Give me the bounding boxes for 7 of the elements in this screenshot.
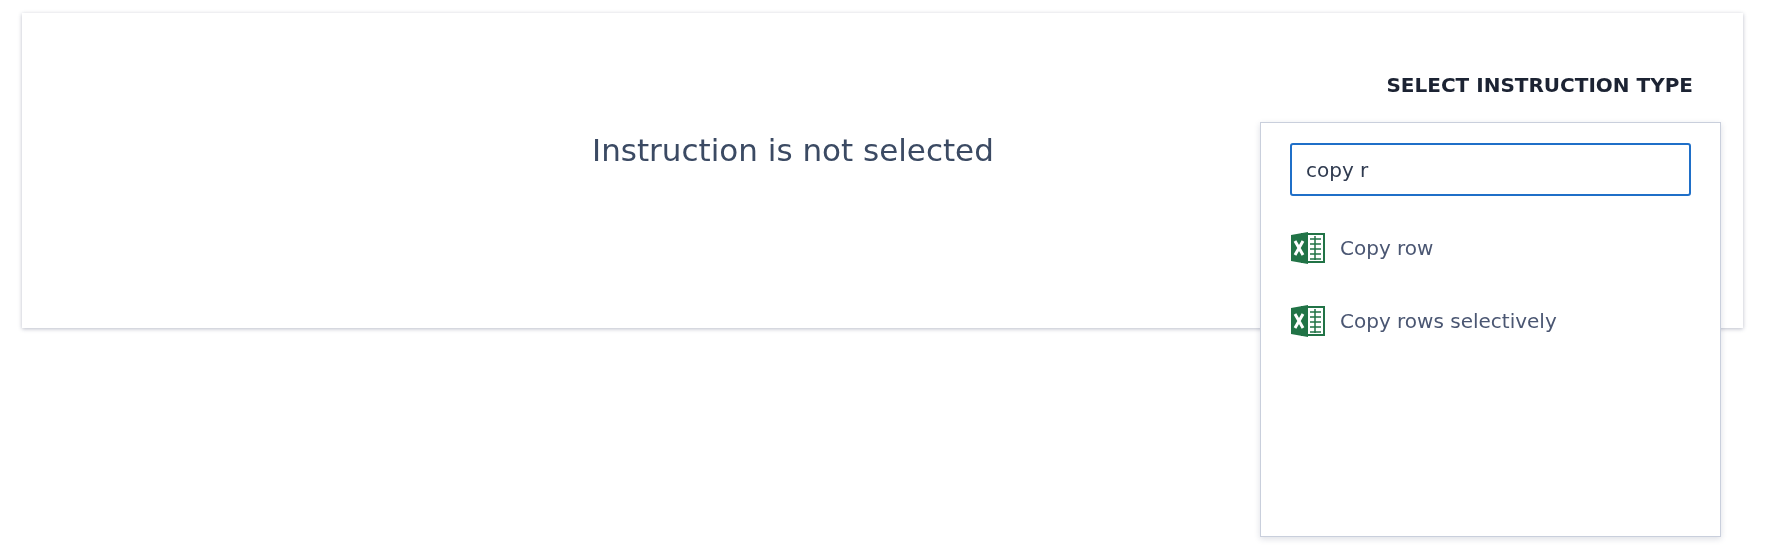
spreadsheet-icon: [1290, 230, 1326, 266]
section-heading: SELECT INSTRUCTION TYPE: [1386, 73, 1693, 97]
option-item[interactable]: Copy rows selectively: [1290, 303, 1691, 339]
spreadsheet-icon: [1290, 303, 1326, 339]
option-item[interactable]: Copy row: [1290, 230, 1691, 266]
search-field[interactable]: copy r: [1290, 143, 1691, 196]
empty-message: Instruction is not selected: [592, 132, 994, 168]
